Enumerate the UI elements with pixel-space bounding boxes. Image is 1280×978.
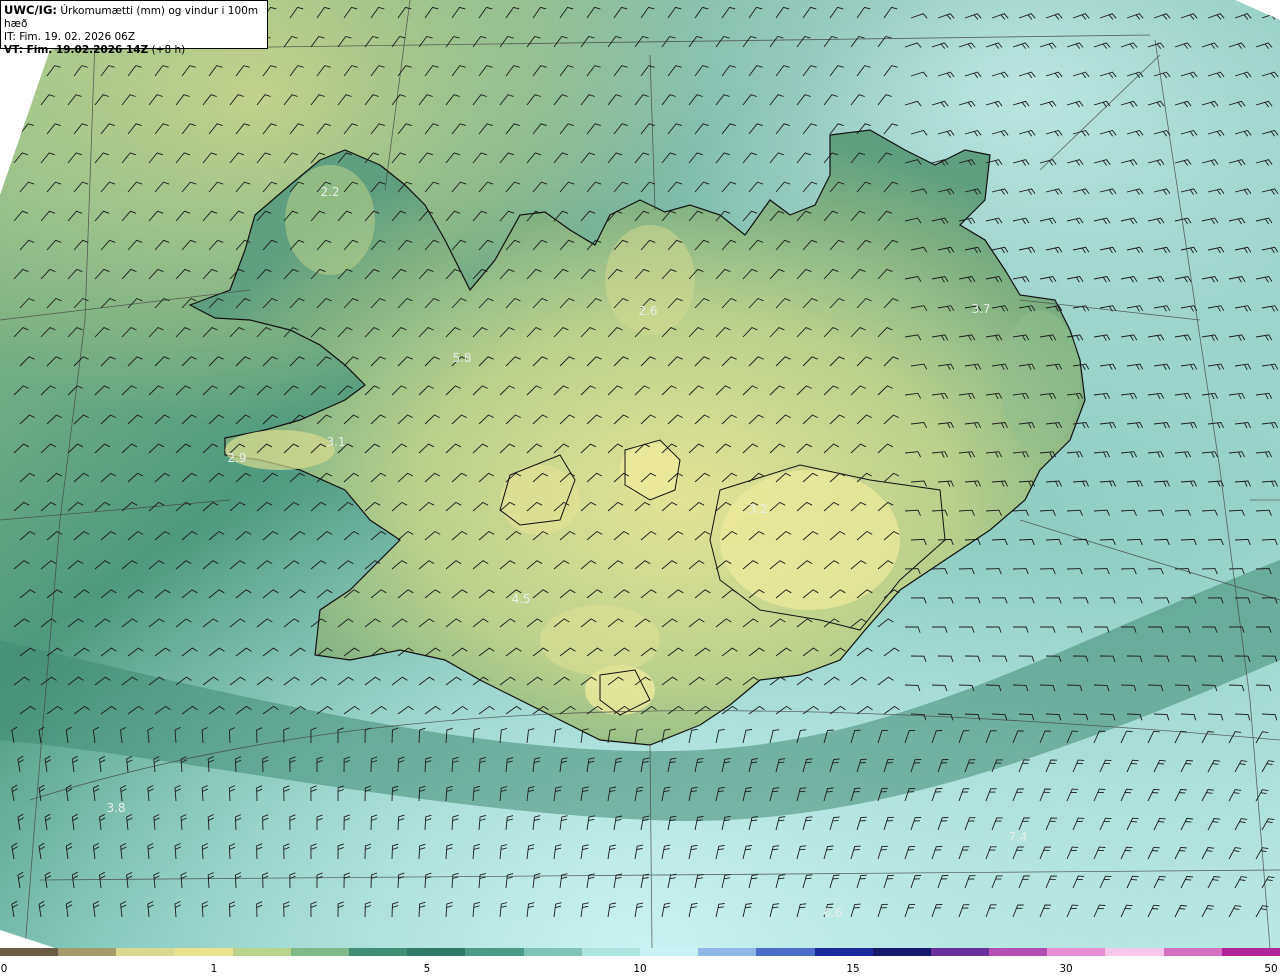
colorbar-segment	[872, 948, 932, 956]
colorbar-segment	[930, 948, 991, 956]
value-label: 3.2	[748, 502, 768, 516]
colorbar-segment	[989, 948, 1049, 956]
colorbar-tick: 1	[210, 963, 218, 975]
colorbar-segment	[0, 948, 60, 956]
colorbar-segment	[232, 948, 292, 956]
colorbar-segment	[1105, 948, 1165, 956]
colorbar-segment	[756, 948, 816, 956]
colorbar-segment	[58, 948, 118, 956]
lead-time: (+8 h)	[151, 44, 186, 56]
wind-barb	[13, 94, 28, 106]
value-label: 6.6	[823, 906, 843, 920]
valid-time: VT: Fim. 19.02.2026 14Z	[4, 44, 149, 56]
colorbar-segment	[290, 948, 351, 956]
colorbar-strip	[0, 948, 1280, 956]
value-label: 2.9	[227, 451, 247, 465]
colorbar-segment	[698, 948, 758, 956]
colorbar-segment	[116, 948, 176, 956]
value-label: 7.4	[1008, 830, 1028, 844]
precipitation-colorbar: 0 1 5 10 15 30 50	[0, 948, 1280, 978]
map-header: UWC/IG: Úrkomumætti (mm) og vindur i 100…	[0, 0, 268, 56]
value-label: 5.8	[452, 351, 472, 365]
colorbar-segment	[1047, 948, 1107, 956]
colorbar-tick: 0	[0, 963, 8, 975]
value-label: 3.1	[326, 435, 346, 449]
colorbar-segment	[581, 948, 641, 956]
colorbar-segment	[407, 948, 467, 956]
colorbar-segment	[1163, 948, 1223, 956]
value-label: 4.5	[511, 592, 531, 606]
value-label: 2.6	[638, 304, 658, 318]
value-label: 3.7	[971, 302, 991, 316]
value-label: 3.8	[106, 801, 126, 815]
colorbar-segment	[465, 948, 525, 956]
colorbar-tick: 50	[1264, 963, 1278, 975]
precipitation-wind-map[interactable]	[0, 0, 1280, 948]
value-label: 2.2	[320, 185, 340, 199]
colorbar-segment	[814, 948, 874, 956]
colorbar-segment	[349, 948, 409, 956]
colorbar-segment	[523, 948, 583, 956]
wind-barb	[19, 65, 34, 77]
colorbar-segment	[640, 948, 700, 956]
product-code: UWC/IG:	[4, 3, 57, 17]
colorbar-tick: 30	[1059, 963, 1073, 975]
colorbar-tick: 5	[423, 963, 431, 975]
map-area[interactable]: UWC/IG: Úrkomumætti (mm) og vindur i 100…	[0, 0, 1280, 948]
colorbar-tick: 10	[633, 963, 647, 975]
init-time: IT: Fim. 19. 02. 2026 06Z	[4, 31, 136, 43]
colorbar-segment	[1221, 948, 1280, 956]
colorbar-segment	[174, 948, 234, 956]
colorbar-tick: 15	[846, 963, 860, 975]
